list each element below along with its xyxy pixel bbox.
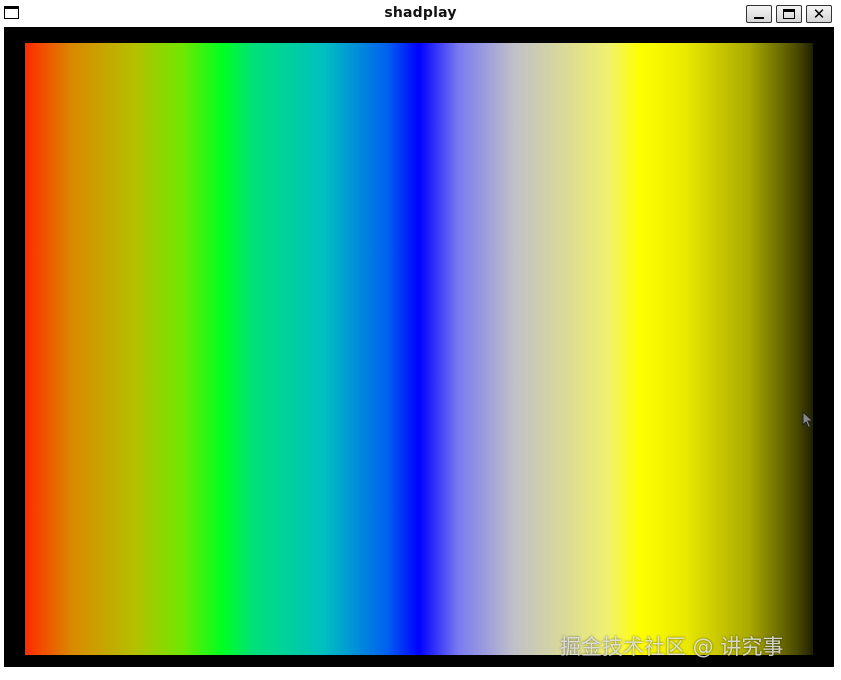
minimize-button[interactable] [746,5,772,23]
mouse-pointer-icon [802,411,814,429]
watermark-text: 掘金技术社区 @ 讲究事 [560,635,784,659]
maximize-icon [783,9,795,19]
minimize-icon [754,16,764,19]
bottom-edge [0,667,841,680]
window-title: shadplay [384,5,457,21]
close-icon: ✕ [812,4,826,23]
maximize-button[interactable] [776,5,802,23]
title-bar[interactable]: shadplay ✕ [0,0,841,27]
shader-canvas[interactable] [25,43,813,655]
app-window: shadplay ✕ 掘金技术社区 @ 讲究事 [0,0,841,680]
render-viewport[interactable] [4,27,834,667]
close-button[interactable]: ✕ [806,5,832,23]
